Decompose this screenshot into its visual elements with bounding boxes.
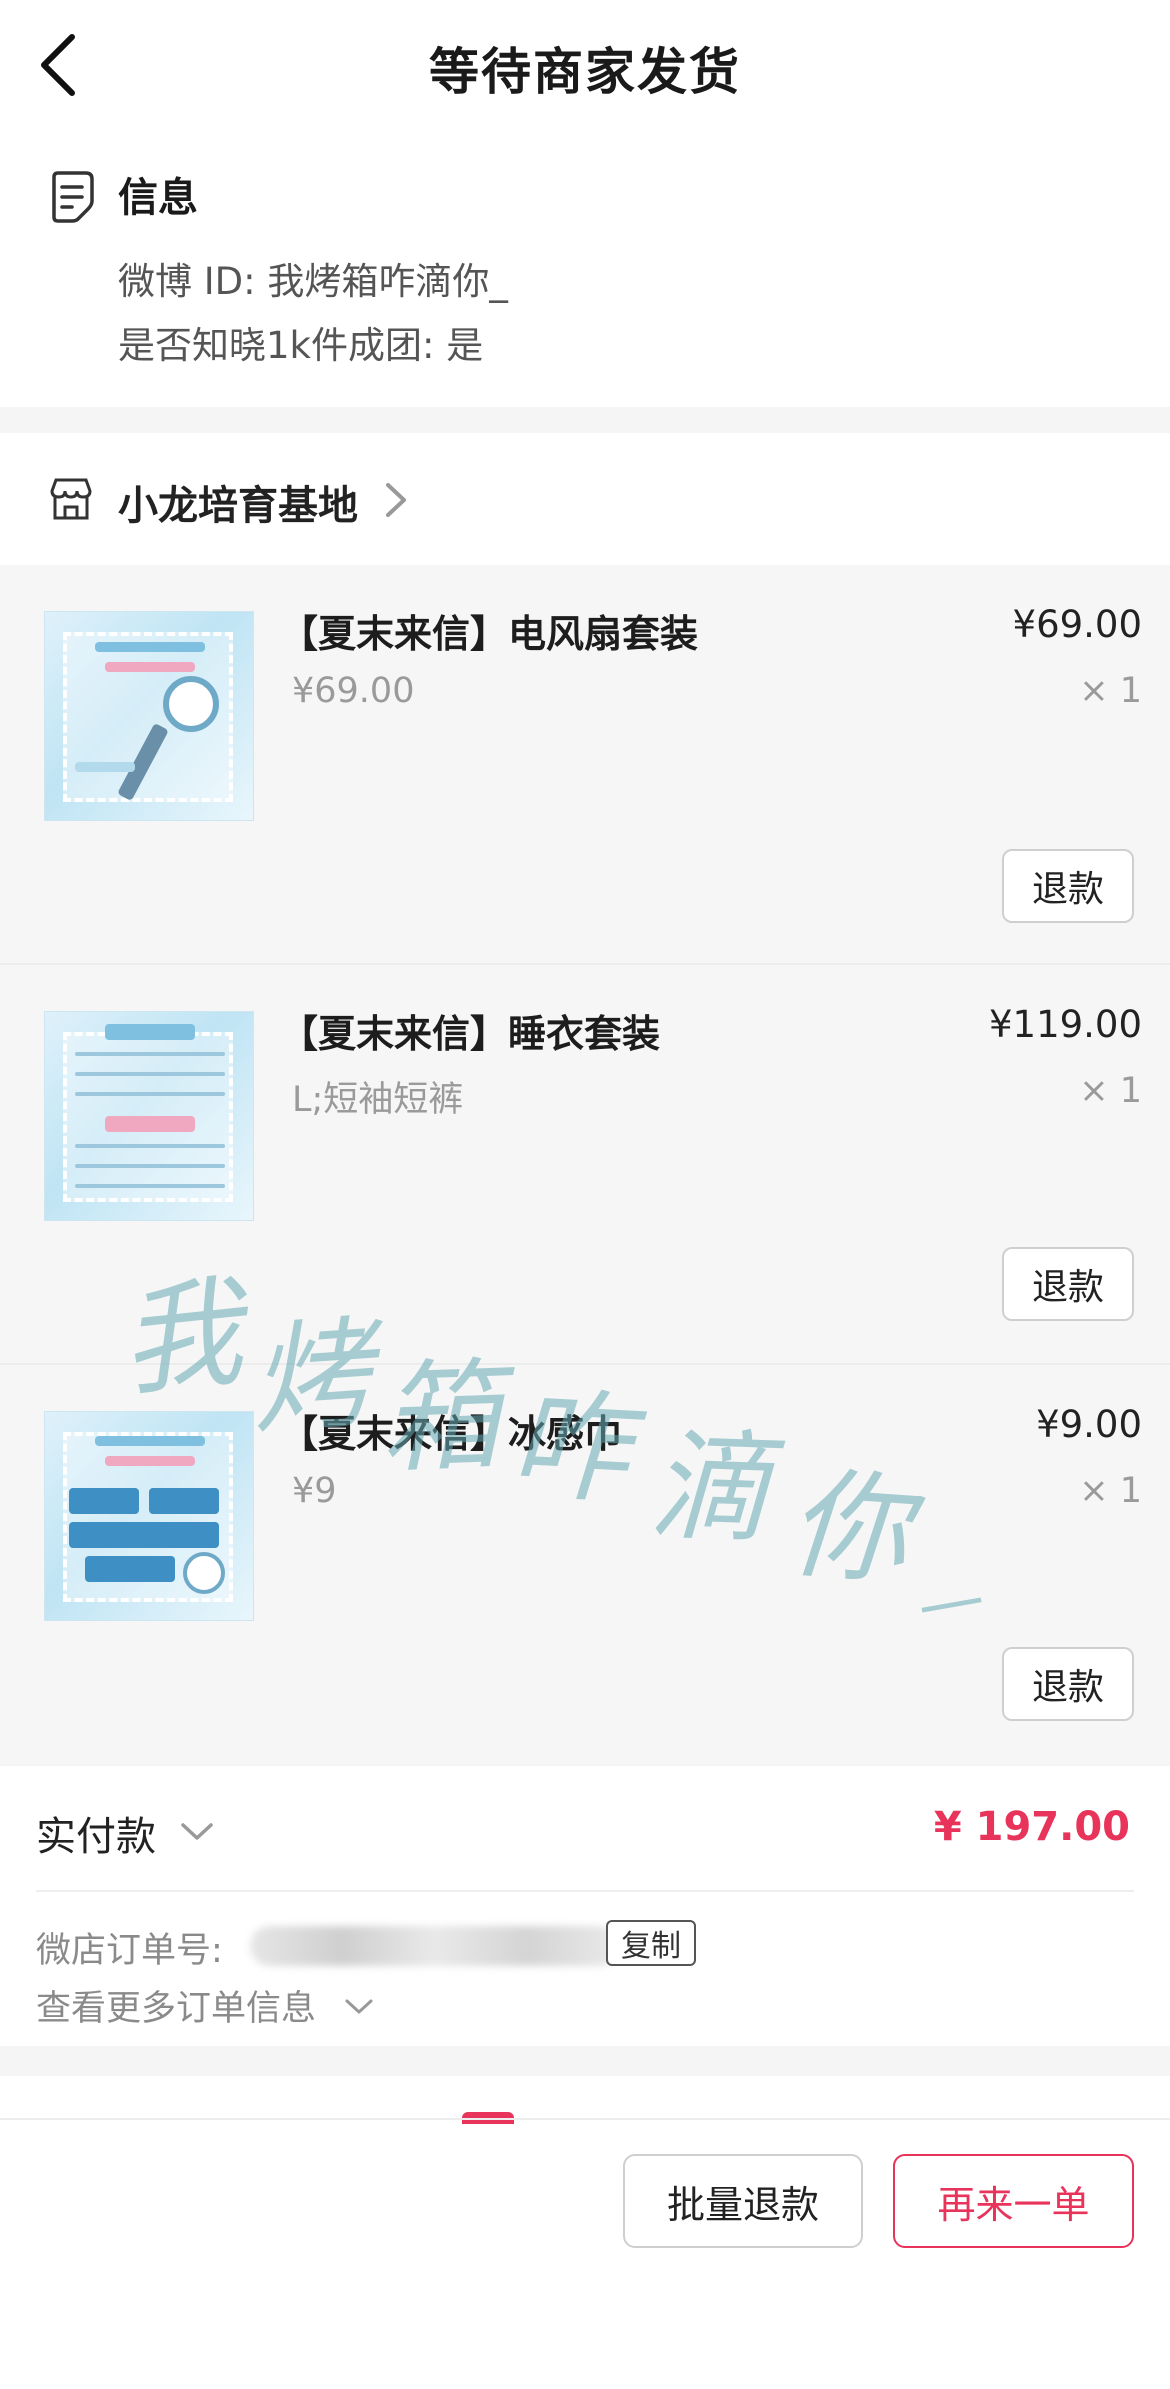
order-number-redacted — [250, 1926, 620, 1966]
divider — [36, 1890, 1134, 1892]
bottom-action-bar: 批量退款 再来一单 — [0, 2076, 1170, 2389]
product-image — [44, 1411, 254, 1621]
item-qty: × 1 — [1079, 671, 1142, 711]
order-item[interactable]: 【夏末来信】电风扇套装 ¥69.00 ¥69.00 × 1 退款 — [0, 565, 1170, 965]
info-title: 信息 — [118, 175, 198, 221]
item-name: 【夏末来信】电风扇套装 — [280, 612, 699, 656]
paid-label[interactable]: 实付款 — [36, 1804, 156, 1862]
batch-refund-button[interactable]: 批量退款 — [623, 2154, 863, 2248]
page-title: 等待商家发货 — [429, 42, 741, 101]
item-name: 【夏末来信】睡衣套装 — [280, 1012, 661, 1056]
item-price: ¥9.00 — [1036, 1403, 1142, 1446]
shop-icon — [50, 478, 92, 520]
item-spec: L;短袖短裤 — [292, 1080, 464, 1120]
item-spec: ¥9 — [292, 1471, 337, 1511]
item-qty: × 1 — [1079, 1471, 1142, 1511]
chevron-left-icon — [41, 34, 75, 96]
reorder-button[interactable]: 再来一单 — [893, 2154, 1134, 2248]
more-order-info-link[interactable]: 查看更多订单信息 — [36, 1980, 316, 2031]
order-item[interactable]: 【夏末来信】睡衣套装 L;短袖短裤 ¥119.00 × 1 退款 — [0, 965, 1170, 1365]
copy-button[interactable]: 复制 — [606, 1920, 696, 1966]
shop-link[interactable]: 小龙培育基地 — [0, 433, 1170, 565]
refund-button[interactable]: 退款 — [1002, 849, 1134, 923]
order-item[interactable]: 【夏末来信】冰感巾 ¥9 ¥9.00 × 1 退款 — [0, 1365, 1170, 1765]
divider — [0, 2118, 1170, 2120]
refund-button[interactable]: 退款 — [1002, 1247, 1134, 1321]
chevron-down-icon[interactable] — [344, 1998, 374, 2016]
info-section: 信息 微博 ID: 我烤箱咋滴你_ 是否知晓1k件成团: 是 — [0, 135, 1170, 407]
nav-header: 等待商家发货 — [0, 0, 1170, 135]
item-qty: × 1 — [1079, 1071, 1142, 1111]
order-number-label: 微店订单号: — [36, 1931, 223, 1971]
weibo-id-text: 微博 ID: 我烤箱咋滴你_ — [118, 260, 508, 303]
group-confirm-text: 是否知晓1k件成团: 是 — [118, 324, 484, 367]
back-button[interactable] — [38, 30, 98, 100]
refund-button[interactable]: 退款 — [1002, 1647, 1134, 1721]
product-image — [44, 1011, 254, 1221]
note-icon — [52, 171, 94, 223]
payment-section: 实付款 ¥ 197.00 微店订单号: 复制 查看更多订单信息 — [0, 1766, 1170, 2046]
item-price: ¥69.00 — [1012, 603, 1142, 646]
item-price: ¥119.00 — [988, 1003, 1142, 1046]
product-image — [44, 611, 254, 821]
chevron-down-icon[interactable] — [180, 1822, 214, 1842]
item-spec: ¥69.00 — [292, 671, 415, 711]
paid-amount: ¥ 197.00 — [933, 1804, 1130, 1850]
item-name: 【夏末来信】冰感巾 — [280, 1412, 623, 1456]
shop-name: 小龙培育基地 — [118, 483, 358, 529]
chevron-right-icon — [386, 483, 406, 517]
